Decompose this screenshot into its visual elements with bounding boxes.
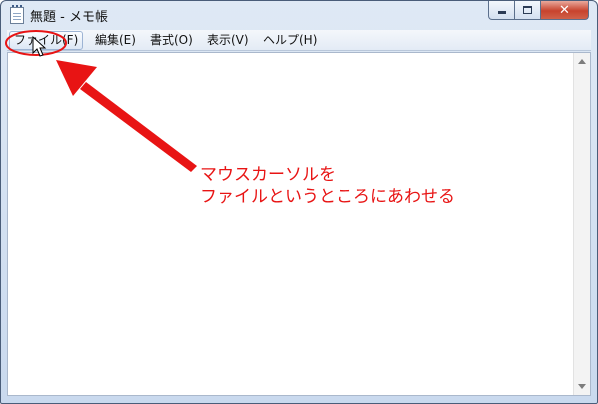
menu-help[interactable]: ヘルプ(H) — [259, 31, 321, 50]
notepad-icon[interactable] — [10, 5, 24, 24]
caption-buttons: ✕ — [488, 1, 591, 21]
scroll-up-icon[interactable] — [578, 59, 586, 64]
text-editor-area[interactable] — [7, 52, 591, 396]
vertical-scrollbar[interactable] — [573, 53, 590, 395]
menu-view[interactable]: 表示(V) — [203, 31, 253, 50]
menu-format[interactable]: 書式(O) — [146, 31, 197, 50]
menu-edit[interactable]: 編集(E) — [91, 31, 140, 50]
minimize-button[interactable] — [488, 1, 515, 20]
close-icon: ✕ — [559, 2, 570, 18]
annotation-line-2: ファイルというところにあわせる — [200, 187, 455, 207]
close-button[interactable]: ✕ — [541, 1, 589, 20]
maximize-icon — [523, 6, 532, 14]
window-title: 無題 - メモ帳 — [30, 10, 108, 25]
menu-file[interactable]: ファイル(F) — [9, 31, 84, 50]
maximize-button[interactable] — [515, 1, 541, 20]
menu-bar: ファイル(F) 編集(E) 書式(O) 表示(V) ヘルプ(H) — [7, 30, 591, 51]
minimize-icon — [497, 11, 506, 14]
title-bar[interactable]: 無題 - メモ帳 ✕ — [1, 1, 597, 29]
scroll-down-icon[interactable] — [578, 384, 586, 389]
